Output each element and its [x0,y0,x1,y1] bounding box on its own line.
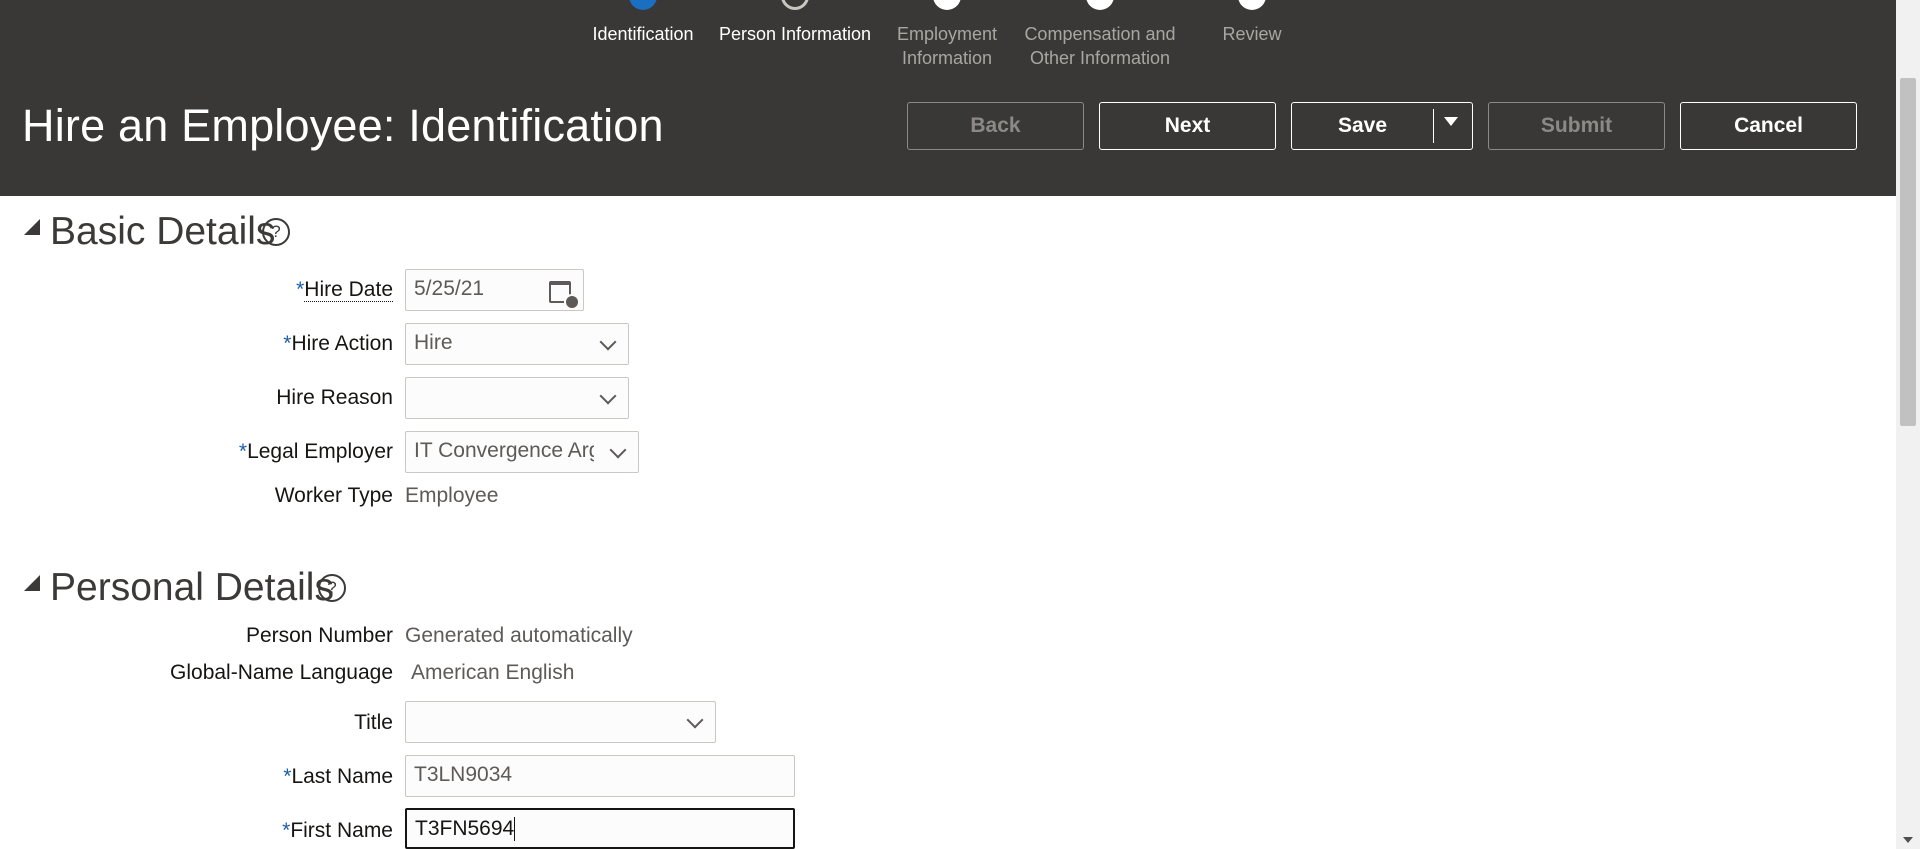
submit-button[interactable]: Submit [1488,102,1665,150]
train-step-identification[interactable]: Identification [558,0,728,46]
save-button-label: Save [1337,114,1388,137]
title-label: Title [354,711,393,734]
calendar-icon[interactable] [549,281,580,310]
chevron-down-icon [609,441,627,459]
train-step-review[interactable]: Review [1167,0,1337,46]
chevron-down-icon [599,333,617,351]
next-button[interactable]: Next [1099,102,1276,150]
hire-date-field[interactable]: 5/25/21 [405,269,584,311]
help-icon[interactable]: ? [318,574,346,602]
train-step-label: Employment Information [896,24,998,68]
vertical-scrollbar[interactable] [1896,0,1920,849]
scroll-down-arrow-icon[interactable] [1903,837,1913,843]
global-name-language-label: Global-Name Language [170,661,393,684]
title-select[interactable] [405,701,716,743]
person-number-value: Generated automatically [405,624,633,647]
section-title-personal-details: Personal Details [50,566,334,609]
train-step-employment-information[interactable]: Employment Information [862,0,1032,70]
page-header: Identification Person Information Employ… [0,0,1896,196]
last-name-label: *Last Name [283,765,393,788]
hire-reason-label: Hire Reason [276,386,393,409]
chevron-down-icon [599,387,617,405]
save-button[interactable]: Save [1291,102,1473,150]
chevron-down-icon [686,711,704,729]
collapse-basic-details-icon[interactable] [24,219,40,235]
last-name-input[interactable]: T3LN9034 [405,755,795,797]
legal-employer-select[interactable]: IT Convergence Arg [405,431,639,473]
scrollbar-thumb[interactable] [1900,78,1916,426]
hire-date-label: *Hire Date [296,278,393,302]
collapse-personal-details-icon[interactable] [24,575,40,591]
text-cursor [514,817,516,842]
worker-type-value: Employee [405,484,499,507]
legal-employer-label: *Legal Employer [238,440,393,463]
save-menu-dropdown-icon[interactable] [1444,117,1458,126]
help-icon[interactable]: ? [262,218,290,246]
train-step-person-information[interactable]: Person Information [710,0,880,46]
first-name-label: *First Name [282,819,393,842]
worker-type-label: Worker Type [274,484,393,507]
page-title: Hire an Employee: Identification [22,100,664,151]
section-title-basic-details: Basic Details [50,210,276,253]
back-button[interactable]: Back [907,102,1084,150]
split-divider [1433,109,1434,143]
global-name-language-value: American English [411,661,575,684]
hire-reason-select[interactable] [405,377,629,419]
train-step-compensation[interactable]: Compensation and Other Information [1015,0,1185,70]
hire-action-select[interactable]: Hire [405,323,629,365]
first-name-input[interactable]: T3FN5694 [405,808,795,849]
person-number-label: Person Number [245,624,393,647]
train-step-label: Compensation and Other Information [1024,24,1176,68]
cancel-button[interactable]: Cancel [1680,102,1857,150]
hire-action-label: *Hire Action [283,332,393,355]
